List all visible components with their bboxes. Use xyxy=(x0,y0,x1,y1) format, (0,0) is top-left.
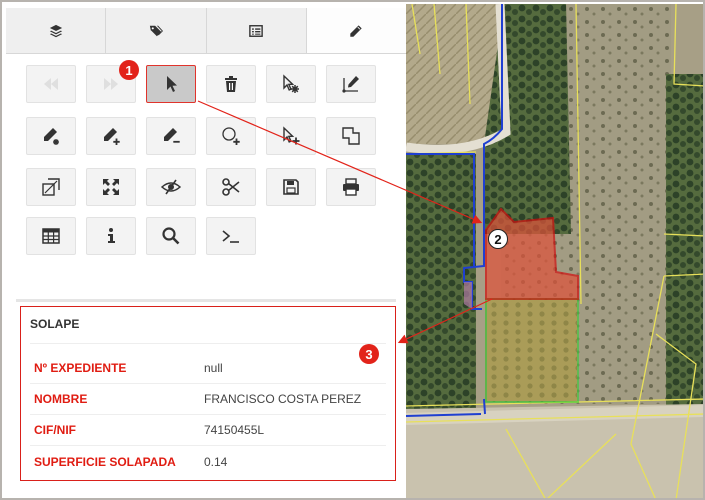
editing-panel: SOLAPE Nº EXPEDIENTE null NOMBRE FRANCIS… xyxy=(4,4,406,498)
draw-line-button[interactable] xyxy=(326,65,376,103)
hide-button[interactable] xyxy=(146,168,196,206)
layers-icon xyxy=(49,24,62,37)
info-label: NOMBRE xyxy=(34,392,88,406)
resize-polygon-button[interactable] xyxy=(26,168,76,206)
callout-1: 1 xyxy=(119,60,139,80)
callout-3: 3 xyxy=(359,344,379,364)
info-row-nombre: NOMBRE FRANCISCO COSTA PEREZ xyxy=(30,384,386,415)
move-button[interactable] xyxy=(86,168,136,206)
add-vertex-button[interactable] xyxy=(86,117,136,155)
tab-layers[interactable] xyxy=(6,8,107,53)
info-panel-title: SOLAPE xyxy=(30,317,80,331)
info-icon xyxy=(108,228,115,243)
print-icon xyxy=(343,178,359,196)
select-pointer-icon xyxy=(167,76,177,92)
add-vertex-icon xyxy=(104,128,120,145)
add-circle-button[interactable] xyxy=(206,117,256,155)
hide-icon xyxy=(161,179,181,195)
list-icon xyxy=(249,24,263,37)
first-button[interactable] xyxy=(26,65,76,103)
scissors-icon xyxy=(222,178,240,196)
fast-forward-icon xyxy=(104,78,118,90)
draw-line-icon xyxy=(342,76,359,93)
trash-icon xyxy=(225,76,237,92)
terminal-icon xyxy=(222,230,239,243)
panel-divider xyxy=(16,299,396,302)
info-value: null xyxy=(204,361,223,375)
callout-2: 2 xyxy=(488,229,508,249)
info-value: 74150455L xyxy=(204,423,265,437)
table-icon xyxy=(42,228,60,244)
edit-vertex-button[interactable] xyxy=(26,117,76,155)
cut-button[interactable] xyxy=(206,168,256,206)
panel-tabs xyxy=(6,8,406,54)
move-icon xyxy=(103,179,119,195)
info-label: CIF/NIF xyxy=(34,423,76,437)
save-button[interactable] xyxy=(266,168,316,206)
app-window: SOLAPE Nº EXPEDIENTE null NOMBRE FRANCIS… xyxy=(0,0,705,500)
remove-vertex-button[interactable] xyxy=(146,117,196,155)
info-label: SUPERFICIE SOLAPADA xyxy=(34,454,176,469)
save-icon xyxy=(283,179,299,195)
edit-vertex-icon xyxy=(44,128,59,145)
overlap-polygons-button[interactable] xyxy=(326,117,376,155)
add-point-button[interactable] xyxy=(266,117,316,155)
info-row-cif: CIF/NIF 74150455L xyxy=(30,415,386,446)
info-panel-separator xyxy=(30,343,386,344)
select-feature-button[interactable] xyxy=(266,65,316,103)
tags-icon xyxy=(149,25,163,36)
print-button[interactable] xyxy=(326,168,376,206)
tab-list[interactable] xyxy=(206,8,307,53)
terminal-button[interactable] xyxy=(206,217,256,255)
info-value: 0.14 xyxy=(204,454,228,469)
pencil-icon xyxy=(350,24,363,37)
remove-vertex-icon xyxy=(164,128,180,143)
tab-tags[interactable] xyxy=(106,8,207,53)
info-value: FRANCISCO COSTA PEREZ xyxy=(204,392,362,406)
overlap-info-panel: SOLAPE Nº EXPEDIENTE null NOMBRE FRANCIS… xyxy=(20,306,396,481)
overlap-polygons-icon xyxy=(342,127,360,145)
resize-polygon-icon xyxy=(42,178,60,196)
add-point-icon xyxy=(283,126,300,145)
delete-button[interactable] xyxy=(206,65,256,103)
map-view[interactable] xyxy=(406,4,703,498)
info-button[interactable] xyxy=(86,217,136,255)
search-icon xyxy=(162,227,180,245)
fast-backward-icon xyxy=(44,78,58,90)
search-button[interactable] xyxy=(146,217,196,255)
tab-edit[interactable] xyxy=(306,8,406,53)
select-feature-icon xyxy=(283,74,299,93)
select-button[interactable] xyxy=(146,65,196,103)
table-button[interactable] xyxy=(26,217,76,255)
info-label: Nº EXPEDIENTE xyxy=(34,361,127,375)
info-row-expediente: Nº EXPEDIENTE null xyxy=(30,353,386,384)
info-row-superficie: SUPERFICIE SOLAPADA 0.14 xyxy=(30,446,386,477)
add-circle-icon xyxy=(222,127,240,145)
aerial-map xyxy=(406,4,703,498)
